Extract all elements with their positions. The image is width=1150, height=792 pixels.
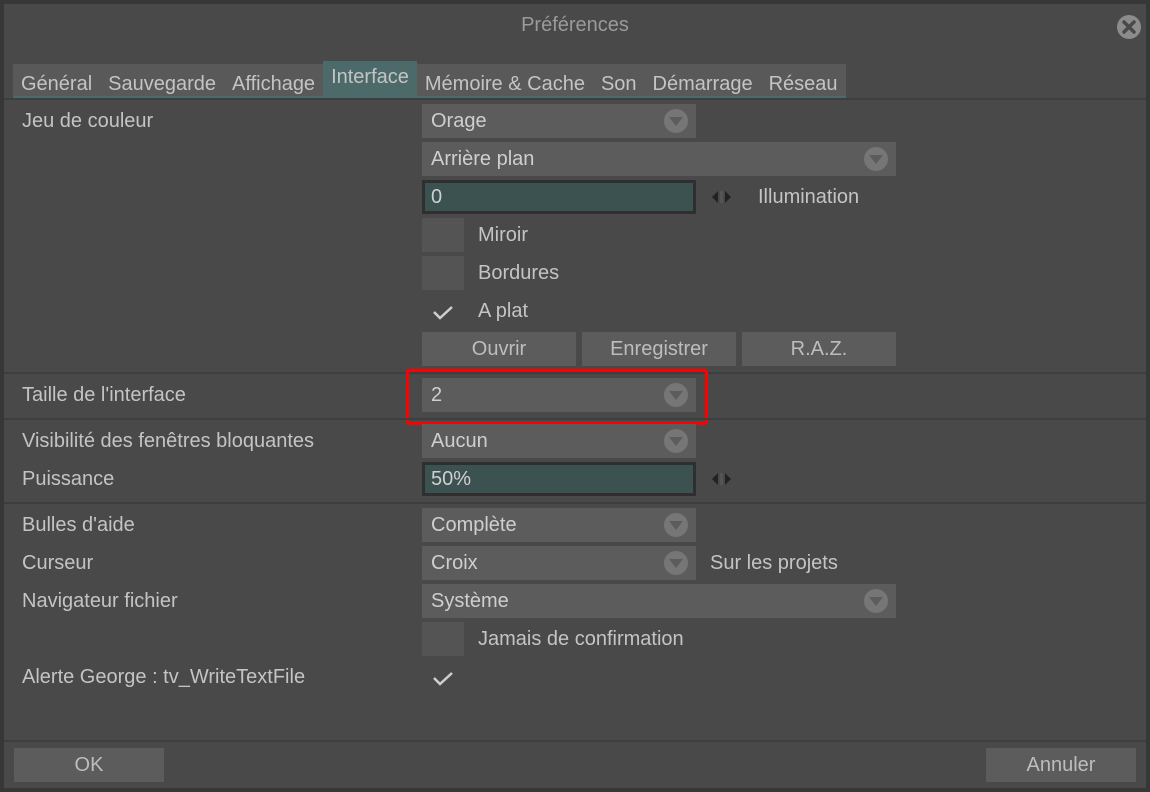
dialog-title: Préférences [521,14,629,36]
reset-button[interactable]: R.A.Z. [742,332,896,366]
file-browser-label: Navigateur fichier [22,590,178,612]
divider [4,502,1146,504]
open-button[interactable]: Ouvrir [422,332,576,366]
cursor-select[interactable]: Croix [422,546,696,580]
tooltips-label: Bulles d'aide [22,514,135,536]
tab-sauvegarde[interactable]: Sauvegarde [100,64,224,96]
save-button[interactable]: Enregistrer [582,332,736,366]
dropdown-arrow-icon [664,429,688,453]
tab-reseau[interactable]: Réseau [761,64,846,96]
blocking-windows-value: Aucun [431,430,488,452]
cursor-suffix-label: Sur les projets [710,552,838,574]
tab-son[interactable]: Son [593,64,645,96]
cursor-value: Croix [431,552,478,574]
illumination-spinner-icon[interactable] [711,190,733,204]
illumination-field[interactable]: 0 [422,180,696,214]
color-scheme-label: Jeu de couleur [22,110,154,132]
tab-interface[interactable]: Interface [323,61,417,96]
tab-general[interactable]: Général [13,64,100,96]
file-browser-value: Système [431,590,509,612]
mirror-label: Miroir [478,224,528,246]
borders-label: Bordures [478,262,560,284]
dropdown-arrow-icon [664,109,688,133]
element-select[interactable]: Arrière plan [422,142,896,176]
never-confirm-label: Jamais de confirmation [478,628,684,650]
tab-memoire-cache[interactable]: Mémoire & Cache [417,64,593,96]
flat-label: A plat [478,300,529,322]
theme-select[interactable]: Orage [422,104,696,138]
george-alert-label: Alerte George : tv_WriteTextFile [22,666,306,688]
illumination-value: 0 [431,186,443,208]
dialog-footer: OK Annuler [4,742,1146,788]
highlight-box [406,369,708,425]
cancel-button[interactable]: Annuler [986,748,1136,782]
element-select-value: Arrière plan [431,148,535,170]
ok-button[interactable]: OK [14,748,164,782]
file-browser-select[interactable]: Système [422,584,896,618]
borders-checkbox[interactable] [422,256,464,290]
close-button[interactable] [1117,15,1141,39]
flat-checkbox-checkmark-icon[interactable] [422,294,464,328]
tab-bar: Général Sauvegarde Affichage Interface M… [13,61,846,99]
tab-demarrage[interactable]: Démarrage [645,64,761,96]
power-label: Puissance [22,468,115,490]
divider [4,418,1146,420]
tooltips-value: Complète [431,514,517,536]
mirror-checkbox[interactable] [422,218,464,252]
interface-size-label: Taille de l'interface [22,384,186,406]
george-alert-checkmark-icon[interactable] [422,660,464,694]
tab-affichage[interactable]: Affichage [224,64,323,96]
theme-select-value: Orage [431,110,487,132]
dropdown-arrow-icon [664,551,688,575]
power-spinner-icon[interactable] [711,472,733,486]
power-field[interactable]: 50% [422,462,696,496]
title-bar[interactable]: Préférences [4,4,1146,48]
divider [4,98,1146,100]
cursor-label: Curseur [22,552,94,574]
never-confirm-checkbox[interactable] [422,622,464,656]
preferences-dialog: Préférences Général Sauvegarde Affichage… [4,4,1146,788]
dropdown-arrow-icon [864,147,888,171]
tooltips-select[interactable]: Complète [422,508,696,542]
illumination-label: Illumination [758,186,860,208]
power-value: 50% [431,468,472,490]
dropdown-arrow-icon [664,513,688,537]
blocking-windows-select[interactable]: Aucun [422,424,696,458]
close-icon [1122,20,1136,34]
blocking-windows-label: Visibilité des fenêtres bloquantes [22,430,315,452]
dropdown-arrow-icon [864,589,888,613]
